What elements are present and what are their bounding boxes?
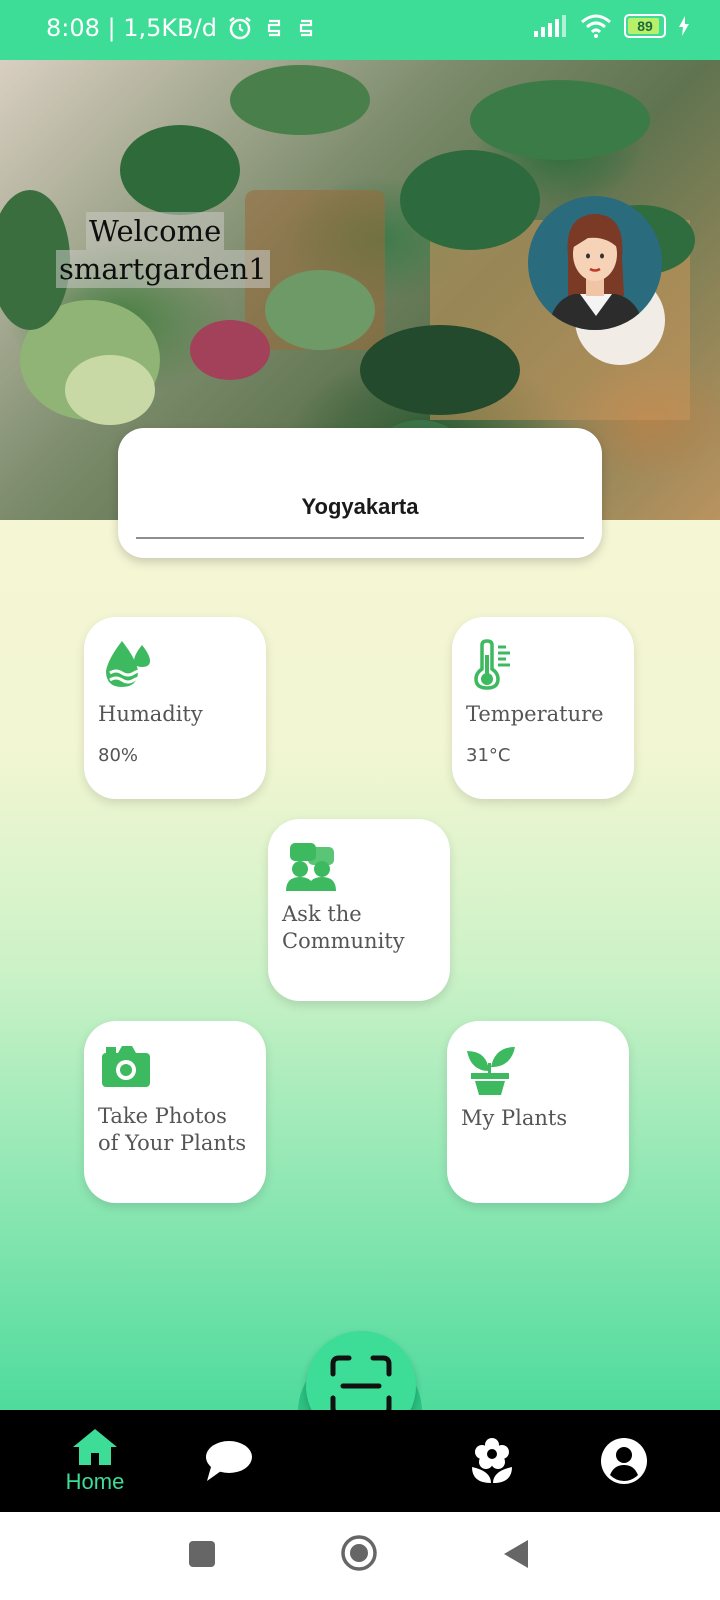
back-triangle-icon[interactable] [502, 1538, 530, 1570]
humidity-tile[interactable]: Humadity 80% [84, 617, 266, 799]
location-card[interactable]: Yogyakarta [118, 428, 602, 558]
home-circle-icon[interactable] [340, 1534, 378, 1572]
welcome-text: Welcome smartgarden1 [56, 212, 270, 288]
location-city: Yogyakarta [301, 494, 419, 519]
scan-icon [330, 1355, 392, 1417]
alarm-icon [229, 17, 251, 40]
community-icon [286, 843, 336, 891]
humidity-title: Humadity [98, 702, 203, 726]
flower-icon [472, 1438, 512, 1483]
nav-plants[interactable] [437, 1410, 547, 1512]
username-label: smartgarden1 [56, 250, 270, 288]
battery-indicator: 89 [624, 14, 666, 38]
home-icon [73, 1429, 117, 1465]
community-title-line2: Community [282, 929, 405, 953]
welcome-label: Welcome [86, 212, 225, 250]
take-photos-tile[interactable]: Take Photos of Your Plants [84, 1021, 266, 1203]
charging-icon [679, 16, 689, 36]
system-navigation-bar [0, 1512, 720, 1600]
plants-title: My Plants [461, 1106, 568, 1130]
temperature-title: Temperature [466, 702, 604, 726]
account-circle-icon [601, 1438, 647, 1484]
nav-chat[interactable] [173, 1410, 283, 1512]
my-plants-tile[interactable]: My Plants [447, 1021, 629, 1203]
profile-avatar[interactable] [528, 196, 662, 330]
avatar-woman-icon [548, 214, 644, 330]
location-underline [136, 537, 584, 539]
sync-icon [299, 19, 313, 37]
status-bar: 8:08 | 1,5KB/d 89 [0, 0, 720, 60]
community-title-line1: Ask the [282, 902, 362, 926]
status-time: 8:08 | 1,5KB/d [46, 14, 217, 42]
battery-level: 89 [637, 18, 653, 34]
potted-plant-icon [467, 1047, 515, 1095]
humidity-icon [106, 641, 150, 687]
ask-community-tile[interactable]: Ask the Community [268, 819, 450, 1001]
signal-icon [534, 15, 566, 37]
photos-title-line2: of Your Plants [98, 1131, 247, 1155]
photos-title: Take Photos of Your Plants [98, 1103, 246, 1157]
thermometer-icon [474, 639, 510, 690]
nav-profile[interactable] [569, 1410, 679, 1512]
nav-home[interactable]: Home [40, 1410, 150, 1512]
nav-home-label: Home [65, 1469, 125, 1494]
humidity-value: 80% [98, 745, 139, 766]
bottom-navigation: Home [0, 1410, 720, 1512]
chat-bubble-icon [206, 1441, 252, 1481]
camera-icon [102, 1046, 150, 1087]
wifi-icon [581, 14, 611, 38]
photos-title-line1: Take Photos [98, 1104, 227, 1128]
temperature-tile[interactable]: Temperature 31°C [452, 617, 634, 799]
community-title: Ask the Community [282, 901, 405, 955]
status-left: 8:08 | 1,5KB/d [46, 14, 317, 42]
sync-icon [267, 19, 281, 37]
status-right: 89 [534, 14, 690, 38]
recents-square-icon[interactable] [188, 1540, 216, 1568]
temperature-value: 31°C [466, 745, 511, 766]
